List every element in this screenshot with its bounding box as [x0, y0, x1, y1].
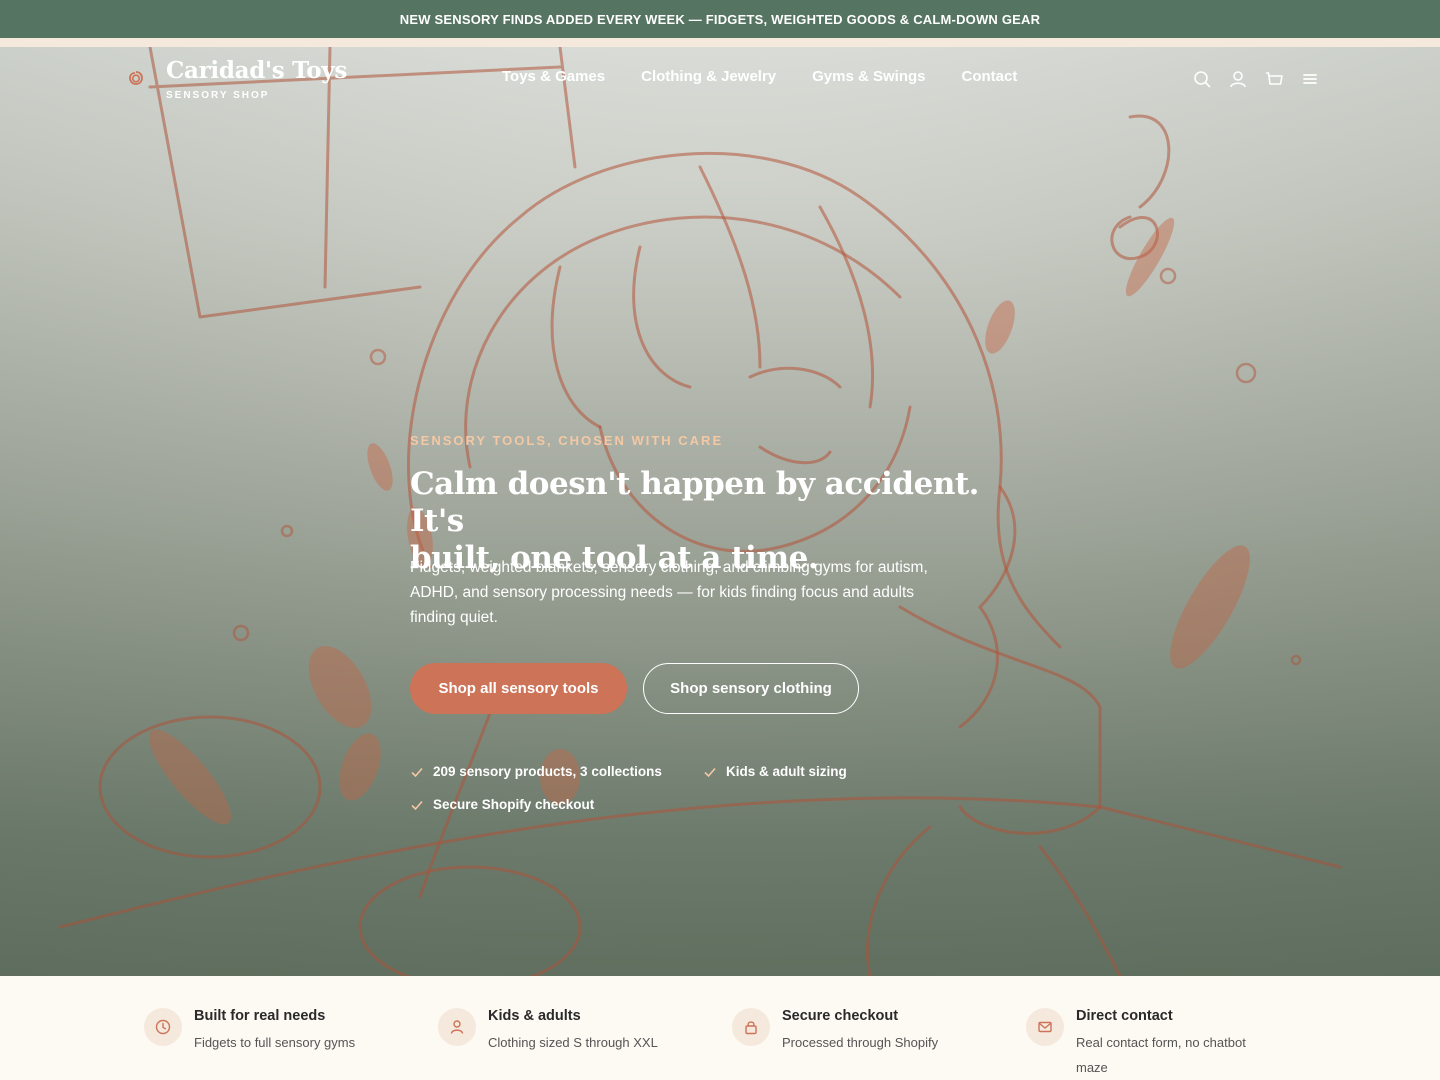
announcement-divider — [0, 38, 1440, 47]
header-icons — [1193, 70, 1319, 88]
nav-link-gyms-swings[interactable]: Gyms & Swings — [812, 68, 925, 85]
perk-sizing: Kids & adult sizing — [703, 764, 847, 779]
account-icon[interactable] — [1229, 70, 1247, 88]
hero-headline-line-1: Calm doesn't happen by accident. It's — [410, 466, 979, 539]
perk-label: 209 sensory products, 3 collections — [433, 764, 662, 779]
menu-icon[interactable] — [1301, 70, 1319, 88]
cart-icon[interactable] — [1265, 70, 1283, 88]
hero-eyebrow: SENSORY TOOLS, CHOSEN WITH CARE — [410, 433, 724, 448]
main-nav: Toys & Games Clothing & Jewelry Gyms & S… — [502, 68, 1017, 85]
feature-desc: Clothing sized S through XXL — [488, 1035, 658, 1050]
announcement-bar: NEW SENSORY FINDS ADDED EVERY WEEK — FID… — [0, 0, 1440, 38]
announcement-text: NEW SENSORY FINDS ADDED EVERY WEEK — FID… — [399, 11, 1041, 27]
feature-real-needs: Built for real needs Fidgets to full sen… — [144, 1008, 355, 1055]
feature-title: Kids & adults — [488, 1008, 581, 1024]
perk-checkout: Secure Shopify checkout — [410, 797, 594, 812]
clock-icon — [144, 1008, 182, 1046]
feature-title: Direct contact — [1076, 1008, 1173, 1024]
nav-link-toys-games[interactable]: Toys & Games — [502, 68, 605, 85]
feature-direct-contact: Direct contact Real contact form, no cha… — [1026, 1008, 1246, 1080]
search-icon[interactable] — [1193, 70, 1211, 88]
check-icon — [704, 767, 716, 777]
check-icon — [411, 800, 423, 810]
feature-desc: Fidgets to full sensory gyms — [194, 1035, 356, 1050]
feature-desc-line-1: Real contact form, no chatbot — [1076, 1035, 1246, 1050]
perk-label: Kids & adult sizing — [726, 764, 847, 779]
hero-subtext: Fidgets, weighted blankets, sensory clot… — [410, 559, 928, 626]
feature-kids-adults: Kids & adults Clothing sized S through X… — [438, 1008, 658, 1055]
check-icon — [411, 767, 423, 777]
feature-secure-checkout: Secure checkout Processed through Shopif… — [732, 1008, 938, 1055]
brand-name[interactable]: Caridad's Toys — [166, 57, 347, 84]
shop-all-button[interactable]: Shop all sensory tools — [410, 663, 627, 714]
feature-desc: Processed through Shopify — [782, 1035, 939, 1050]
perk-label: Secure Shopify checkout — [433, 797, 595, 812]
feature-desc: Real contact form, no chatbot maze — [1076, 1030, 1246, 1080]
person-icon — [438, 1008, 476, 1046]
feature-title: Built for real needs — [194, 1008, 326, 1024]
nav-link-contact[interactable]: Contact — [962, 68, 1018, 85]
feature-title: Secure checkout — [782, 1008, 899, 1024]
brand-tagline: SENSORY SHOP — [166, 90, 270, 101]
nav-link-clothing-jewelry[interactable]: Clothing & Jewelry — [641, 68, 776, 85]
perk-products: 209 sensory products, 3 collections — [410, 764, 662, 779]
feature-desc-line-2: maze — [1076, 1060, 1108, 1075]
shop-clothing-button[interactable]: Shop sensory clothing — [643, 663, 859, 714]
mail-icon — [1026, 1008, 1064, 1046]
logo-icon — [129, 71, 143, 85]
lock-icon — [732, 1008, 770, 1046]
